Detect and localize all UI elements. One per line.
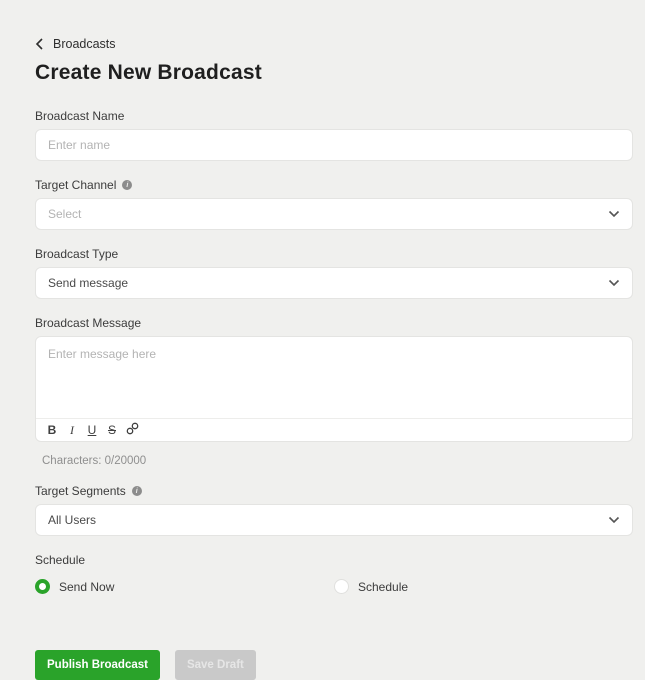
target-channel-label: Target Channel	[35, 178, 117, 192]
back-link-label: Broadcasts	[53, 37, 116, 51]
target-channel-value: Select	[48, 207, 82, 221]
broadcast-name-field: Broadcast Name	[35, 109, 633, 161]
broadcast-message-textarea[interactable]	[36, 337, 632, 418]
info-icon[interactable]: i	[131, 486, 142, 496]
schedule-options: Send Now Schedule	[35, 579, 633, 594]
link-button[interactable]	[122, 420, 142, 440]
message-editor: B I U S	[35, 336, 633, 442]
italic-button[interactable]: I	[62, 420, 82, 440]
action-buttons: Publish Broadcast Save Draft	[35, 650, 633, 680]
broadcast-name-input[interactable]	[35, 129, 633, 161]
back-link[interactable]: Broadcasts	[35, 37, 633, 51]
radio-schedule[interactable]: Schedule	[334, 579, 633, 594]
broadcast-type-value: Send message	[48, 276, 129, 290]
target-segments-label: Target Segments	[35, 484, 126, 498]
radio-selected-icon	[35, 579, 50, 594]
publish-broadcast-button[interactable]: Publish Broadcast	[35, 650, 160, 680]
chevron-down-icon	[608, 279, 620, 287]
bold-button[interactable]: B	[42, 420, 62, 440]
broadcast-name-label: Broadcast Name	[35, 109, 125, 123]
chevron-left-icon	[35, 38, 44, 50]
page-title: Create New Broadcast	[35, 61, 262, 84]
radio-send-now[interactable]: Send Now	[35, 579, 334, 594]
underline-button[interactable]: U	[82, 420, 102, 440]
target-segments-value: All Users	[48, 513, 97, 527]
target-channel-field: Target Channel i Select	[35, 178, 633, 230]
link-icon	[126, 422, 139, 438]
target-segments-field: Target Segments i All Users	[35, 484, 633, 536]
broadcast-message-field: Broadcast Message B I U S Charac	[35, 316, 633, 467]
create-broadcast-page: Broadcasts Create New Broadcast Broadcas…	[0, 0, 645, 680]
target-channel-select[interactable]: Select	[35, 198, 633, 230]
schedule-label: Schedule	[35, 553, 86, 567]
broadcast-type-select[interactable]: Send message	[35, 267, 633, 299]
target-segments-select[interactable]: All Users	[35, 504, 633, 536]
chevron-down-icon	[608, 516, 620, 524]
radio-unselected-icon	[334, 579, 349, 594]
editor-toolbar: B I U S	[36, 418, 632, 441]
strikethrough-button[interactable]: S	[102, 420, 122, 440]
character-counter: Characters: 0/20000	[42, 455, 147, 467]
radio-send-now-label: Send Now	[59, 579, 115, 594]
save-draft-button[interactable]: Save Draft	[174, 650, 256, 680]
schedule-field: Schedule Send Now Schedule	[35, 553, 633, 594]
broadcast-message-label: Broadcast Message	[35, 316, 142, 330]
broadcast-type-label: Broadcast Type	[35, 247, 119, 261]
broadcast-type-field: Broadcast Type Send message	[35, 247, 633, 299]
info-icon[interactable]: i	[122, 180, 133, 190]
chevron-down-icon	[608, 210, 620, 218]
radio-schedule-label: Schedule	[358, 579, 409, 594]
